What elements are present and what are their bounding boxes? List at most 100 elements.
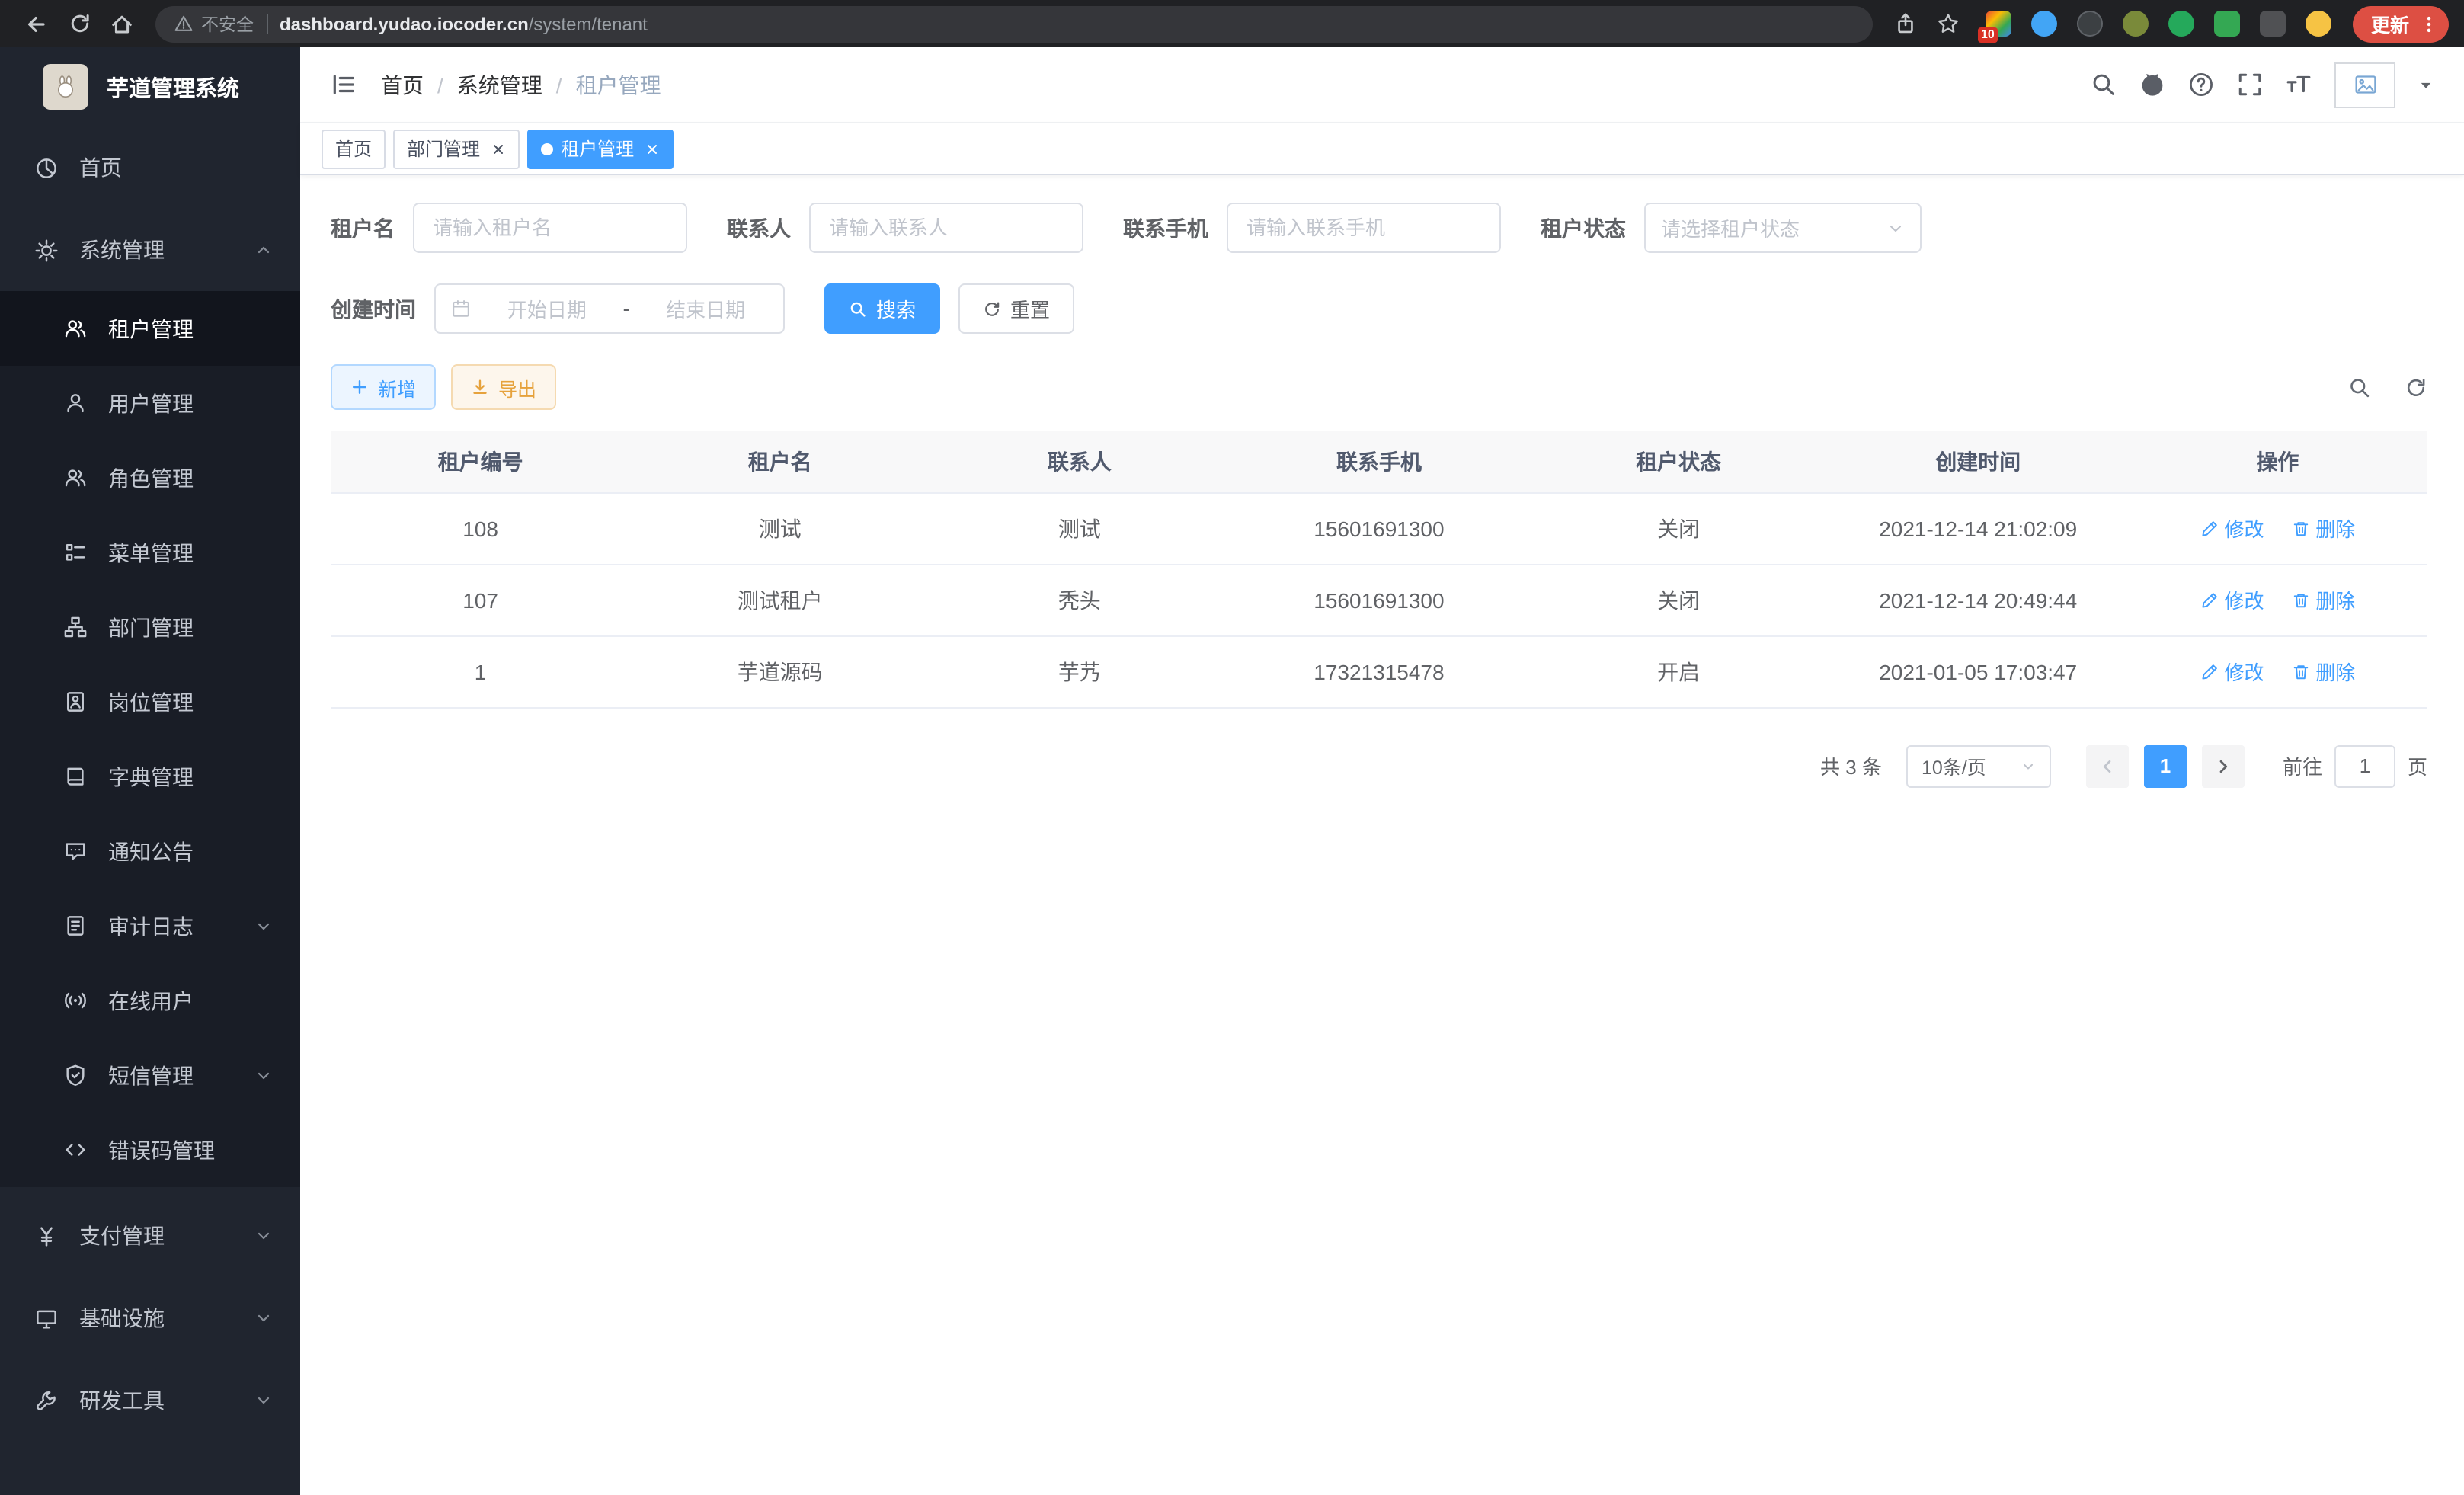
next-page-button[interactable] [2202,744,2245,787]
tab-tenant[interactable]: 租户管理 [527,129,674,168]
avatar[interactable] [2334,62,2395,107]
address-bar[interactable]: 不安全 dashboard.yudao.iocoder.cn/system/te… [155,5,1873,42]
page-number-1[interactable]: 1 [2144,744,2187,787]
edit-link[interactable]: 修改 [2200,514,2264,543]
bookmark-star-icon[interactable] [1928,5,1970,42]
sidebar-menu: 首页 系统管理 租户管理 用户管理 角色管理 [0,126,300,1495]
chevron-down-icon [254,1391,273,1410]
sidebar-collapse-icon[interactable] [331,72,357,98]
sidebar-item-dept[interactable]: 部门管理 [0,590,300,664]
extensions-puzzle-icon[interactable] [2260,11,2286,37]
search-button[interactable]: 搜索 [824,283,940,334]
extension-green-circle-icon[interactable] [2168,11,2194,37]
cell-phone: 15601691300 [1229,492,1528,564]
browser-update-button[interactable]: 更新 [2353,5,2449,42]
security-chip[interactable]: 不安全 [174,11,254,36]
edit-link[interactable]: 修改 [2200,657,2264,686]
edit-link[interactable]: 修改 [2200,585,2264,614]
browser-back-button[interactable] [15,5,58,42]
prev-page-button[interactable] [2086,744,2129,787]
export-button[interactable]: 导出 [451,364,556,410]
reset-button[interactable]: 重置 [958,283,1074,334]
extension-dark-circle-icon[interactable] [2077,11,2103,37]
share-icon[interactable] [1885,5,1928,42]
search-toggle-icon[interactable] [2348,376,2371,399]
date-end-placeholder: 结束日期 [643,294,768,323]
date-range-picker[interactable]: 开始日期 - 结束日期 [434,283,785,334]
date-start-placeholder: 开始日期 [485,294,610,323]
fullscreen-icon[interactable] [2237,72,2263,98]
cell-actions: 修改 删除 [2128,635,2427,707]
close-icon[interactable] [645,141,660,156]
sidebar-item-role[interactable]: 角色管理 [0,440,300,515]
col-status: 租户状态 [1529,431,1829,492]
help-icon[interactable] [2188,72,2214,98]
sidebar-item-user[interactable]: 用户管理 [0,366,300,440]
sidebar-item-home[interactable]: 首页 [0,126,300,209]
sidebar-item-audit-log[interactable]: 审计日志 [0,888,300,963]
browser-reload-button[interactable] [58,5,101,42]
sidebar-item-tenant[interactable]: 租户管理 [0,291,300,366]
extension-yellow-face-icon[interactable] [2306,11,2331,37]
sidebar-item-error-code[interactable]: 错误码管理 [0,1112,300,1187]
app-frame: 芋道管理系统 首页 系统管理 租户管理 用户管理 [0,47,2464,1495]
breadcrumb-system[interactable]: 系统管理 [457,69,542,100]
message-icon [64,840,87,863]
sidebar-item-dev-tools[interactable]: 研发工具 [0,1359,300,1442]
sidebar-item-notice[interactable]: 通知公告 [0,814,300,888]
chevron-down-icon [254,1066,273,1084]
sidebar-item-system[interactable]: 系统管理 [0,209,300,291]
extension-colorful-icon[interactable]: 10 [1986,11,2011,37]
tab-home[interactable]: 首页 [322,129,386,168]
breadcrumb-home[interactable]: 首页 [381,69,424,100]
app-header: 首页 / 系统管理 / 租户管理 [300,47,2464,123]
user-icon [64,392,87,415]
kebab-menu-icon[interactable] [2418,13,2440,34]
close-icon[interactable] [491,141,506,156]
sidebar-item-post[interactable]: 岗位管理 [0,664,300,739]
delete-link[interactable]: 删除 [2291,657,2355,686]
tab-dept[interactable]: 部门管理 [393,129,520,168]
sidebar-item-label: 短信管理 [108,1060,194,1090]
delete-link[interactable]: 删除 [2291,514,2355,543]
chevron-right-icon [2214,757,2232,775]
refresh-icon [983,299,1001,318]
sidebar-item-payment[interactable]: 支付管理 [0,1195,300,1277]
sidebar-item-menu[interactable]: 菜单管理 [0,515,300,590]
refresh-icon[interactable] [2405,376,2427,399]
delete-icon [2291,662,2309,680]
sidebar-item-online-users[interactable]: 在线用户 [0,963,300,1038]
github-icon[interactable] [2139,72,2165,98]
sidebar-item-label: 部门管理 [108,612,194,642]
filter-row-2: 创建时间 开始日期 - 结束日期 搜索 [331,283,2427,334]
caret-down-icon[interactable] [2418,77,2434,92]
page-size-select[interactable]: 10条/页 [1906,744,2051,787]
extension-blue-drop-icon[interactable] [2031,11,2057,37]
tenant-table: 租户编号 租户名 联系人 联系手机 租户状态 创建时间 操作 108 测试 [331,431,2427,708]
sidebar-item-dict[interactable]: 字典管理 [0,739,300,814]
add-button[interactable]: 新增 [331,364,436,410]
goto-page-input[interactable] [2334,744,2395,787]
sidebar-item-sms[interactable]: 短信管理 [0,1038,300,1112]
dashboard-icon [35,156,58,179]
phone-input[interactable] [1227,203,1501,253]
contact-input[interactable] [809,203,1083,253]
search-icon[interactable] [2091,72,2117,98]
sidebar-item-label: 租户管理 [108,313,194,344]
extension-olive-circle-icon[interactable] [2123,11,2149,37]
delete-icon [2291,591,2309,609]
font-size-icon[interactable] [2286,72,2312,98]
status-select[interactable]: 请选择租户状态 [1644,203,1922,253]
app-logo[interactable]: 芋道管理系统 [0,47,300,126]
sidebar-item-infrastructure[interactable]: 基础设施 [0,1277,300,1359]
cell-phone: 15601691300 [1229,564,1528,635]
reset-button-label: 重置 [1010,294,1050,323]
delete-label: 删除 [2315,514,2355,543]
browser-home-button[interactable] [101,5,143,42]
delete-link[interactable]: 删除 [2291,585,2355,614]
extension-green-square-icon[interactable] [2214,11,2240,37]
tenant-name-input[interactable] [413,203,687,253]
breadcrumb-separator: / [437,72,443,97]
col-phone: 联系手机 [1229,431,1528,492]
sidebar-item-label: 菜单管理 [108,537,194,568]
